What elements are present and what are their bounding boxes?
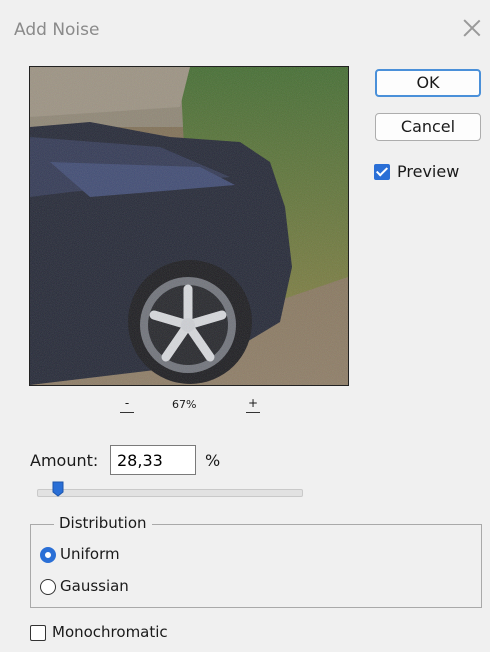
amount-slider-thumb[interactable] [52,481,64,497]
window-title: Add Noise [14,20,100,40]
distribution-legend: Distribution [54,514,152,532]
monochromatic-label[interactable]: Monochromatic [52,623,168,641]
ok-button[interactable]: OK [375,69,481,97]
preview-checkbox[interactable] [374,164,390,180]
title-bar: Add Noise [0,0,490,50]
gaussian-radio[interactable] [40,579,56,595]
preview-picture [30,67,348,385]
amount-input[interactable] [110,445,196,475]
uniform-radio[interactable] [40,547,56,563]
zoom-level: 67% [172,398,197,411]
distribution-group [30,524,482,608]
amount-unit: % [205,451,221,470]
preview-image[interactable] [29,66,349,386]
zoom-in-button[interactable]: + [246,396,260,413]
amount-label: Amount: [30,451,99,470]
cancel-button[interactable]: Cancel [375,113,481,141]
monochromatic-checkbox[interactable] [30,625,46,641]
preview-checkbox-label[interactable]: Preview [397,162,459,181]
zoom-out-button[interactable]: - [120,396,134,413]
uniform-label[interactable]: Uniform [60,545,120,563]
close-icon[interactable] [462,18,482,38]
amount-slider-track[interactable] [37,489,303,497]
gaussian-label[interactable]: Gaussian [60,577,129,595]
